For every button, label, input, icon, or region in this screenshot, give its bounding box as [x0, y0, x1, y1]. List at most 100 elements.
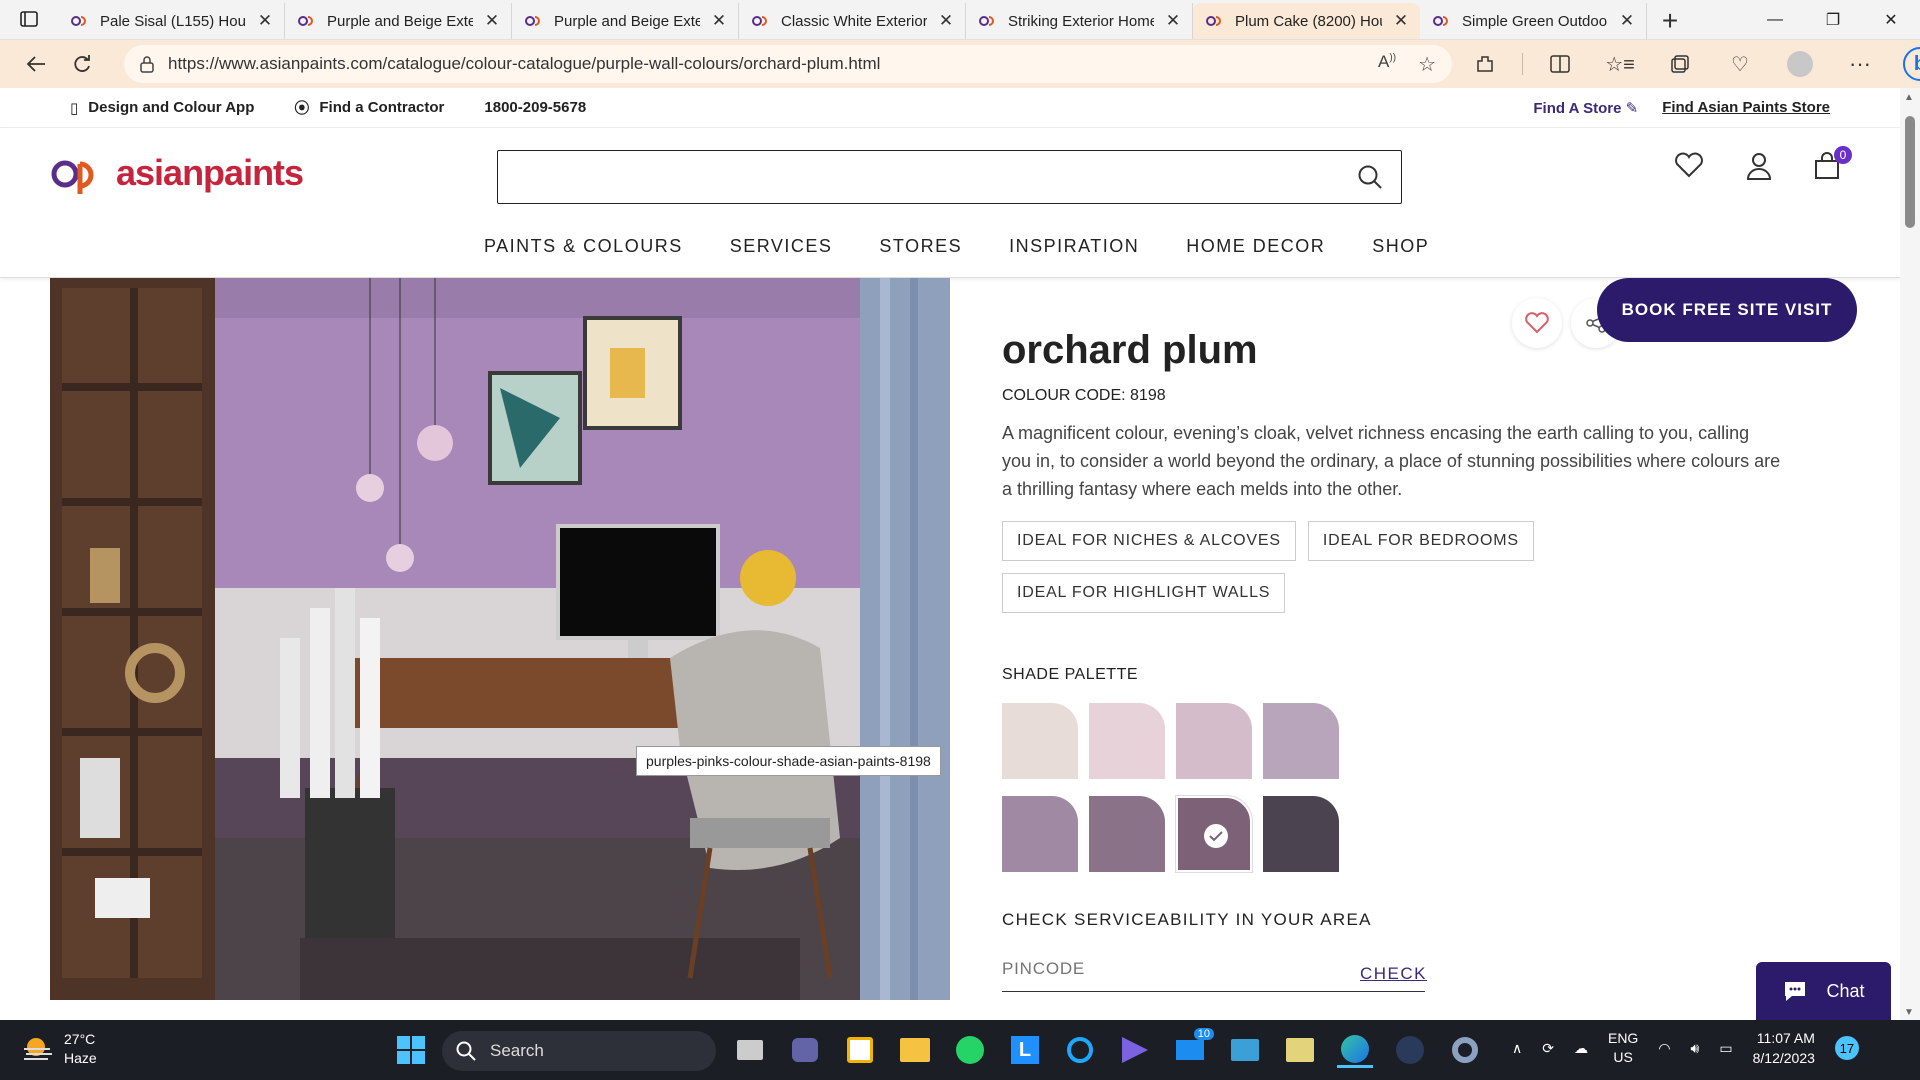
favorite-star-icon[interactable]: ☆ — [1418, 52, 1436, 77]
shade-swatch[interactable] — [1002, 703, 1078, 779]
edge-browser-icon[interactable] — [1337, 1032, 1373, 1068]
browser-tab[interactable]: Plum Cake (8200) Hou ✕ — [1193, 3, 1420, 39]
chat-button[interactable]: Chat — [1756, 962, 1891, 1020]
browser-tab[interactable]: Purple and Beige Exte ✕ — [512, 3, 739, 39]
shade-swatch[interactable] — [1263, 703, 1339, 779]
scrollbar-thumb[interactable] — [1905, 116, 1915, 228]
shade-swatch[interactable] — [1176, 796, 1252, 872]
cortana-icon[interactable] — [1062, 1032, 1098, 1068]
mail-icon[interactable]: 10 — [1172, 1028, 1214, 1068]
extensions-icon[interactable] — [1462, 44, 1508, 84]
shade-swatch[interactable] — [1089, 796, 1165, 872]
weather-widget[interactable]: 27°C Haze — [22, 1030, 97, 1068]
nav-item[interactable]: HOME DECOR — [1186, 236, 1325, 257]
task-view-icon[interactable] — [732, 1032, 768, 1068]
taskbar-apps: L 10 — [732, 1028, 1483, 1068]
asianpaints-logo[interactable]: asianpaints — [48, 150, 304, 196]
search-icon[interactable] — [1357, 164, 1383, 190]
clock[interactable]: 11:07 AM 8/12/2023 — [1753, 1028, 1815, 1068]
favorites-icon[interactable]: ☆≡ — [1597, 44, 1643, 84]
nav-item[interactable]: PAINTS & COLOURS — [484, 236, 683, 257]
lock-icon — [140, 56, 154, 73]
sync-icon[interactable]: ⟳ — [1542, 1040, 1554, 1057]
monitor-app-icon[interactable] — [1227, 1032, 1263, 1068]
browser-tab[interactable]: Simple Green Outdoo ✕ — [1420, 3, 1647, 39]
l-app-icon[interactable]: L — [1007, 1032, 1043, 1068]
widgets-icon[interactable] — [842, 1032, 878, 1068]
tab-title: Classic White Exterior — [781, 12, 927, 30]
design-colour-app-link[interactable]: ▯ Design and Colour App — [70, 99, 254, 117]
bing-copilot-icon[interactable]: b — [1897, 44, 1920, 84]
browser-tab[interactable]: Classic White Exterior ✕ — [739, 3, 966, 39]
find-asian-paints-store-link[interactable]: Find Asian Paints Store — [1662, 99, 1830, 116]
nav-item[interactable]: SHOP — [1372, 236, 1429, 257]
collections-icon[interactable] — [1657, 44, 1703, 84]
tab-actions-button[interactable] — [0, 0, 58, 39]
close-tab-icon[interactable]: ✕ — [937, 11, 955, 30]
shade-swatch[interactable] — [1176, 703, 1252, 779]
refresh-button[interactable] — [60, 44, 104, 84]
tab-title: Purple and Beige Exter — [327, 12, 473, 30]
whatsapp-icon[interactable] — [952, 1032, 988, 1068]
check-pincode-button[interactable]: CHECK — [1360, 964, 1427, 984]
scroll-up-arrow-icon[interactable]: ▲ — [1904, 92, 1914, 103]
shade-palette-title: SHADE PALETTE — [1002, 666, 1139, 683]
nav-item[interactable]: STORES — [879, 236, 962, 257]
taskbar-search[interactable]: Search — [442, 1031, 716, 1071]
allen-app-icon[interactable] — [1282, 1032, 1318, 1068]
find-contractor-link[interactable]: ⦿ Find a Contractor — [294, 97, 444, 118]
back-arrow-icon — [26, 56, 45, 72]
file-explorer-icon[interactable] — [897, 1032, 933, 1068]
back-button[interactable] — [14, 44, 58, 84]
minimize-button[interactable]: — — [1746, 0, 1804, 40]
close-window-button[interactable]: ✕ — [1862, 0, 1920, 40]
browser-tab[interactable]: Purple and Beige Exter ✕ — [285, 3, 512, 39]
close-tab-icon[interactable]: ✕ — [710, 11, 728, 30]
browser-essentials-icon[interactable]: ♡ — [1717, 44, 1763, 84]
onedrive-icon[interactable]: ☁ — [1574, 1040, 1588, 1057]
page-scrollbar[interactable]: ▲ ▼ — [1900, 88, 1920, 1020]
usage-tag[interactable]: IDEAL FOR HIGHLIGHT WALLS — [1002, 573, 1286, 613]
start-button[interactable] — [396, 1035, 426, 1070]
account-user-icon[interactable] — [1746, 152, 1772, 180]
close-tab-icon[interactable]: ✕ — [1618, 11, 1636, 30]
profile-icon[interactable] — [1777, 44, 1823, 84]
language-indicator[interactable]: ENG US — [1608, 1029, 1638, 1067]
new-tab-button[interactable]: + — [1647, 3, 1693, 39]
battery-icon[interactable]: ▭ — [1719, 1040, 1732, 1057]
close-tab-icon[interactable]: ✕ — [256, 11, 274, 30]
close-tab-icon[interactable]: ✕ — [1392, 11, 1410, 30]
shade-swatch[interactable] — [1089, 703, 1165, 779]
teams-chat-icon[interactable] — [787, 1032, 823, 1068]
game-app-icon[interactable] — [1392, 1032, 1428, 1068]
browser-tab[interactable]: Pale Sisal (L155) House ✕ — [58, 3, 285, 39]
url-field[interactable]: https://www.asianpaints.com/catalogue/co… — [124, 45, 1452, 83]
shade-swatch[interactable] — [1002, 796, 1078, 872]
asianpaints-favicon-icon — [979, 16, 994, 26]
nav-item[interactable]: INSPIRATION — [1009, 236, 1139, 257]
close-tab-icon[interactable]: ✕ — [1164, 11, 1182, 30]
volume-icon[interactable]: 🔊︎ — [1691, 1040, 1700, 1057]
settings-more-icon[interactable]: ··· — [1837, 44, 1883, 84]
split-screen-icon[interactable] — [1537, 44, 1583, 84]
settings-gear-icon[interactable] — [1447, 1032, 1483, 1068]
wifi-icon[interactable]: ◠ — [1658, 1040, 1670, 1057]
wishlist-heart-icon[interactable] — [1674, 152, 1704, 178]
media-player-icon[interactable] — [1117, 1032, 1153, 1068]
nav-item[interactable]: SERVICES — [730, 236, 833, 257]
read-aloud-icon[interactable]: A)) — [1378, 52, 1396, 77]
restore-button[interactable]: ❐ — [1804, 0, 1862, 40]
find-a-store-link[interactable]: Find A Store ✎ — [1533, 99, 1638, 117]
cart-button[interactable]: 0 — [1814, 146, 1852, 185]
close-tab-icon[interactable]: ✕ — [483, 11, 501, 30]
usage-tag[interactable]: IDEAL FOR BEDROOMS — [1307, 521, 1534, 561]
tray-overflow-chevron-icon[interactable]: ∧ — [1512, 1040, 1522, 1057]
shade-swatch[interactable] — [1263, 796, 1339, 872]
phone-number[interactable]: 1800-209-5678 — [484, 99, 586, 116]
site-header: asianpaints 0 PAINTS & COLOURS SERVICES ST… — [0, 128, 1900, 278]
usage-tag[interactable]: IDEAL FOR NICHES & ALCOVES — [1002, 521, 1296, 561]
browser-tab[interactable]: Striking Exterior Home ✕ — [966, 3, 1193, 39]
site-search-input[interactable] — [497, 150, 1402, 204]
scroll-down-arrow-icon[interactable]: ▼ — [1904, 1007, 1914, 1018]
notification-badge[interactable]: 17 — [1834, 1036, 1859, 1060]
